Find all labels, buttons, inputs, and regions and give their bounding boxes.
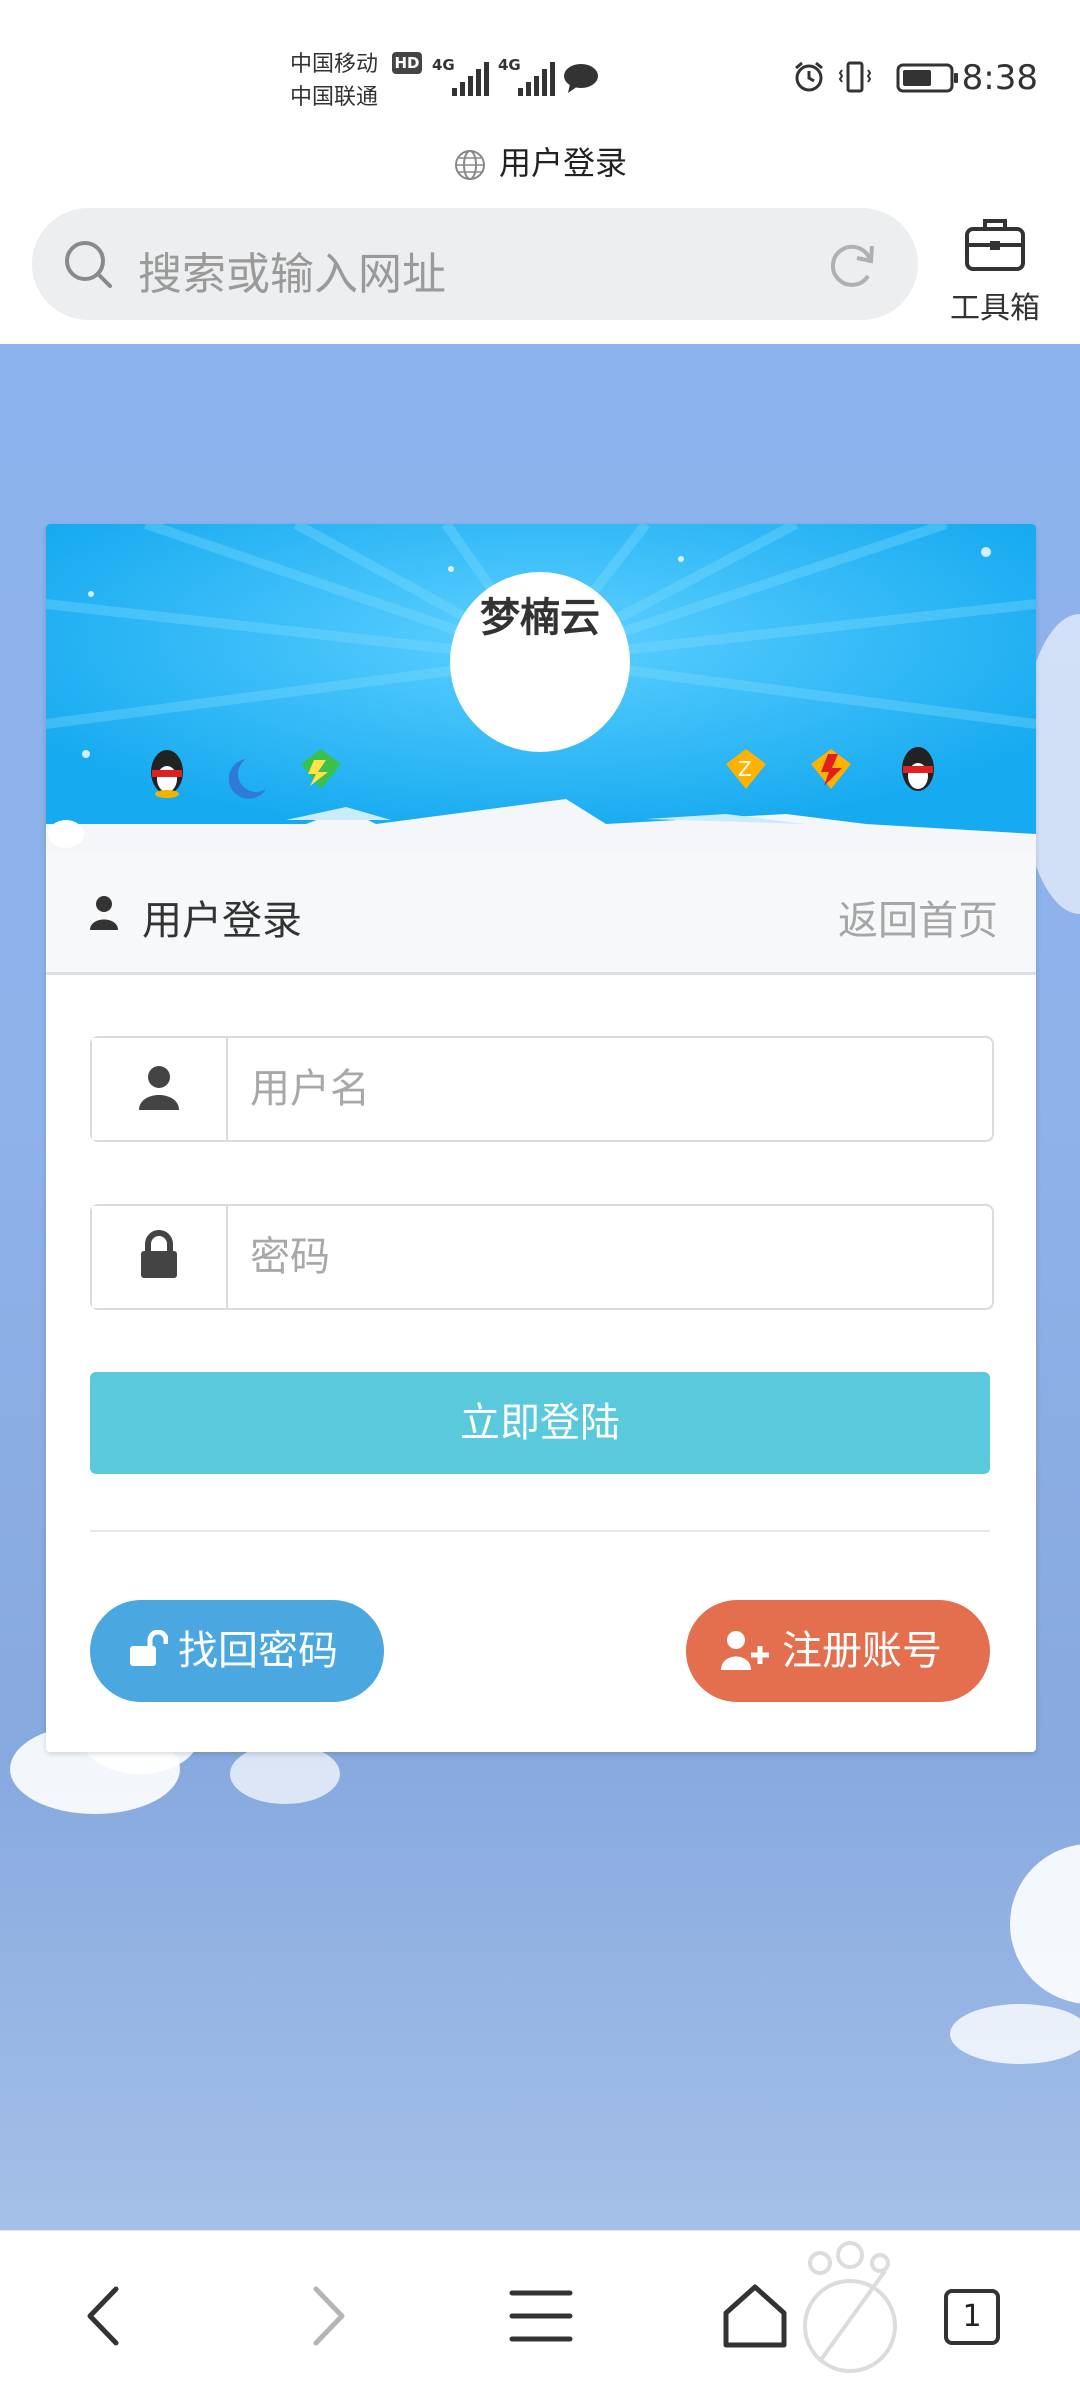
register-label: 注册账号 <box>782 1628 942 1674</box>
hd-badge: HD <box>392 52 422 74</box>
forward-icon[interactable] <box>290 2281 360 2351</box>
username-input[interactable] <box>228 1038 992 1140</box>
unlock-icon <box>130 1630 168 1666</box>
signal-icon: 4G <box>432 56 492 96</box>
penguin-icon-right <box>902 747 934 791</box>
password-addon <box>92 1206 228 1308</box>
tab-count-button[interactable]: 1 <box>944 2289 1000 2345</box>
register-button[interactable]: 注册账号 <box>686 1600 990 1702</box>
carrier-2: 中国联通 <box>290 85 379 110</box>
globe-icon <box>454 150 485 180</box>
card-header: 用户登录 返回首页 <box>46 854 1036 975</box>
page-title: 用户登录 <box>0 138 1080 184</box>
alarm-icon <box>795 61 823 92</box>
user-icon <box>90 896 118 930</box>
lock-icon <box>141 1230 177 1278</box>
decorative-mascot-icon <box>803 2241 897 2373</box>
search-icon <box>65 241 112 288</box>
status-time: 8:38 <box>961 58 1038 98</box>
status-carrier: 中国移动 中国联通 <box>290 48 378 114</box>
forgot-password-button[interactable]: 找回密码 <box>90 1600 384 1702</box>
home-icon[interactable] <box>720 2281 790 2351</box>
search-bar[interactable]: 搜索或输入网址 <box>32 208 918 320</box>
battery-icon <box>896 63 958 93</box>
login-card: Z 梦楠云 用户登录 返回首页 立即登陆 <box>46 524 1036 1752</box>
toolbox-label: 工具箱 <box>950 291 1040 326</box>
forgot-password-label: 找回密码 <box>178 1628 338 1674</box>
back-icon[interactable] <box>72 2281 142 2351</box>
logo-text: 梦楠云 <box>480 594 600 641</box>
vibrate-icon <box>838 61 872 93</box>
divider <box>90 1530 990 1532</box>
username-group <box>90 1036 994 1142</box>
toolbox-button[interactable]: 工具箱 <box>930 205 1060 326</box>
chat-bubble-icon <box>564 64 598 93</box>
username-addon <box>92 1038 228 1140</box>
search-input[interactable]: 搜索或输入网址 <box>138 238 446 302</box>
back-home-link[interactable]: 返回首页 <box>838 888 998 946</box>
password-group <box>90 1204 994 1310</box>
toolbox-icon <box>965 219 1025 271</box>
bottom-nav: 1 <box>0 2230 1080 2401</box>
svg-text:Z: Z <box>738 757 752 781</box>
signal-icon-2: 4G <box>498 56 558 96</box>
page-title-text: 用户登录 <box>498 144 627 182</box>
add-user-icon <box>721 1631 769 1670</box>
menu-icon[interactable] <box>506 2281 576 2351</box>
refresh-icon[interactable] <box>824 236 880 292</box>
login-button[interactable]: 立即登陆 <box>90 1372 990 1474</box>
site-logo: 梦楠云 <box>450 572 630 752</box>
password-input[interactable] <box>228 1206 992 1308</box>
user-icon <box>139 1066 179 1110</box>
carrier-1: 中国移动 <box>290 52 379 77</box>
card-header-title: 用户登录 <box>142 898 302 944</box>
